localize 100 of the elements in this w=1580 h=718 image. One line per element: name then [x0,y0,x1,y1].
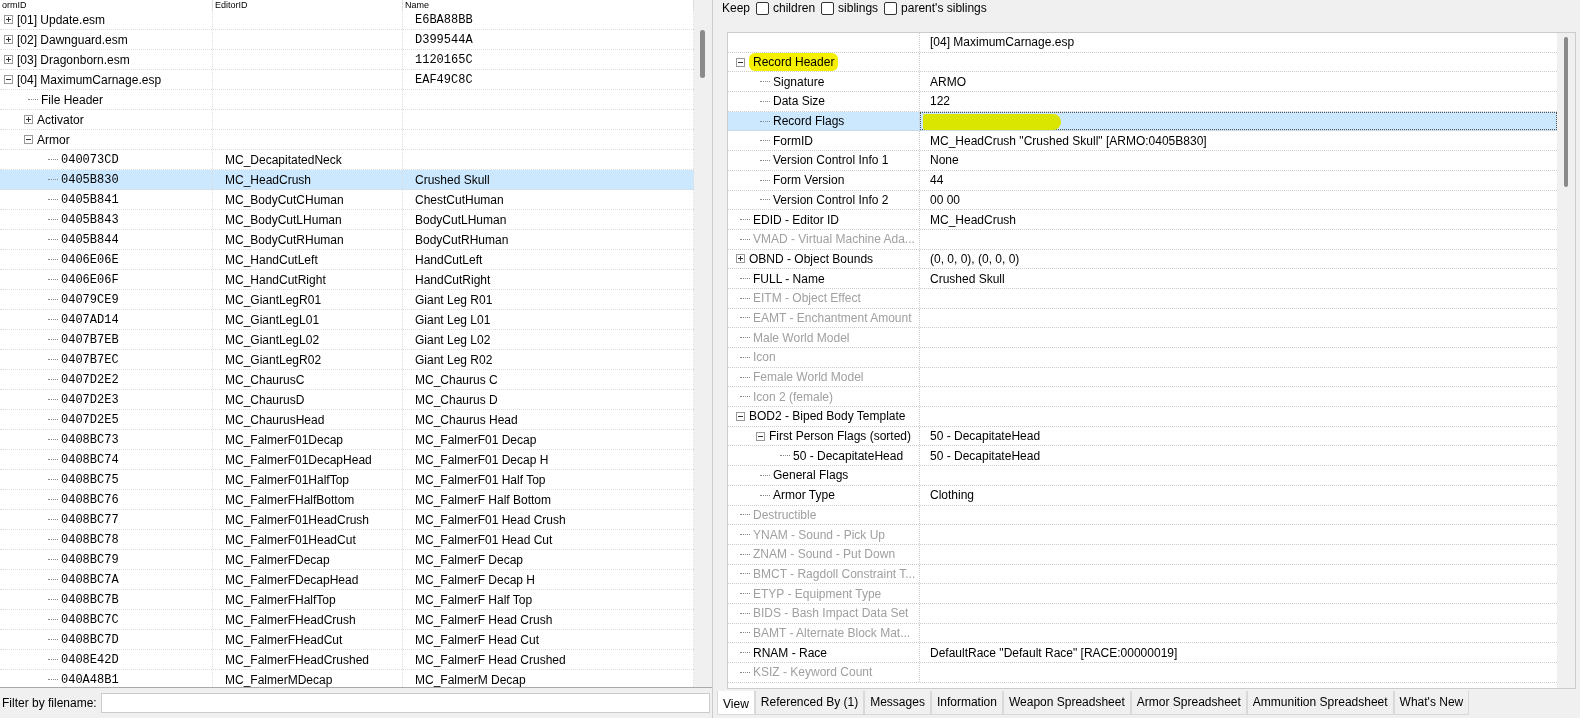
form-id[interactable]: 0408BC78 [61,532,119,547]
form-id[interactable]: 0408BC73 [61,432,119,447]
form-id[interactable]: 040073CD [61,152,119,167]
collapse-icon[interactable] [24,135,33,144]
record-name: MC_FalmerM Decap [415,672,526,687]
collapse-icon[interactable] [756,431,765,441]
form-id[interactable]: 040A48B1 [61,672,119,687]
tab[interactable]: Messages [864,691,931,715]
form-id[interactable]: 0408BC7B [61,592,119,607]
column-header[interactable]: EditorID [213,0,403,10]
tree-item[interactable]: [04] MaximumCarnage.esp [17,72,162,87]
editor-id: MC_BodyCutRHuman [225,232,344,247]
checkbox-label[interactable]: parent's siblings [901,1,987,15]
tree-item[interactable]: Activator [37,112,84,127]
file-hash: D399544A [415,32,473,47]
record-name: BodyCutLHuman [415,212,507,227]
filter-label: Filter by filename: [2,696,97,710]
tab[interactable]: View [717,691,755,715]
field-value: DefaultRace "Default Race" [RACE:00000019] [930,645,1178,660]
collapse-icon[interactable] [4,75,13,84]
form-id[interactable]: 0405B841 [61,192,119,207]
field-label[interactable]: Version Control Info 2 [773,192,889,207]
file-hash: EAF49C8C [415,72,473,87]
form-id[interactable]: 0408BC7C [61,612,119,627]
form-id[interactable]: 0408BC76 [61,492,119,507]
form-id[interactable]: 0407D2E5 [61,412,119,427]
column-header[interactable]: ormID [0,0,213,10]
expand-icon[interactable] [24,115,33,124]
form-id[interactable]: 0408BC75 [61,472,119,487]
collapse-icon[interactable] [736,57,745,67]
field-label[interactable]: Data Size [773,94,826,109]
form-id[interactable]: 0405B843 [61,212,119,227]
tab[interactable]: What's New [1393,691,1470,715]
expand-icon[interactable] [4,35,13,44]
record-name: MC_FalmerF Head Cut [415,632,540,647]
tree-item[interactable]: [03] Dragonborn.esm [17,52,130,67]
tree-item[interactable]: Armor [37,132,70,147]
checkbox-label[interactable]: siblings [838,1,879,15]
expand-icon[interactable] [4,55,13,64]
expand-icon[interactable] [4,15,13,24]
tab[interactable]: Ammunition Spreadsheet [1246,691,1394,715]
field-label[interactable]: Version Control Info 1 [773,153,889,168]
field-label[interactable]: Armor Type [773,488,835,503]
form-id[interactable]: 0405B844 [61,232,119,247]
form-id[interactable]: 0408BC7D [61,632,119,647]
collapse-icon[interactable] [736,411,745,421]
tree-item[interactable]: File Header [41,92,104,107]
field-label[interactable]: Form Version [773,173,845,188]
checkbox[interactable] [821,1,835,15]
form-id[interactable]: 0407D2E3 [61,392,119,407]
field-label[interactable]: General Flags [773,468,849,483]
record-name: MC_Chaurus C [415,372,498,387]
checkbox-label[interactable]: children [773,1,816,15]
editor-id: MC_ChaurusD [225,392,305,407]
form-id[interactable]: 0408E42D [61,652,119,667]
tab[interactable]: Armor Spreadsheet [1130,691,1247,715]
form-id[interactable]: 0408BC74 [61,452,119,467]
form-id[interactable]: 0407AD14 [61,312,119,327]
field-label[interactable]: RNAM - Race [753,645,827,660]
field-label[interactable]: Record Header [749,53,839,72]
field-label[interactable]: Record Flags [773,114,845,129]
tab[interactable]: Weapon Spreadsheet [1002,691,1131,715]
form-id[interactable]: 0408BC7A [61,572,119,587]
form-id[interactable]: 0408BC77 [61,512,119,527]
record-name: Crushed Skull [415,172,490,187]
field-label[interactable]: EDID - Editor ID [753,212,839,227]
field-value: Crushed Skull [930,271,1005,286]
field-label[interactable]: OBND - Object Bounds [749,251,874,266]
form-id[interactable]: 04079CE9 [61,292,119,307]
editor-id: MC_FalmerF01HeadCut [225,532,356,547]
form-id[interactable]: 0406E06F [61,272,119,287]
form-id[interactable]: 0407D2E2 [61,372,119,387]
field-label[interactable]: FULL - Name [753,271,825,286]
tree-item[interactable]: [02] Dawnguard.esm [17,32,128,47]
record-name: HandCutRight [415,272,491,287]
tab[interactable]: Referenced By (1) [754,691,865,715]
field-label[interactable]: BOD2 - Biped Body Template [749,409,906,424]
file-hash: 1120165C [415,52,473,67]
expand-icon[interactable] [736,254,745,264]
checkbox[interactable] [884,1,898,15]
tab[interactable]: Information [930,691,1003,715]
form-id[interactable]: 0405B830 [61,172,119,187]
filter-field[interactable] [100,693,710,713]
field-label[interactable]: Signature [773,74,825,89]
field-label[interactable]: 50 - DecapitateHead [793,448,904,463]
checkbox[interactable] [756,1,770,15]
tree-item[interactable]: [01] Update.esm [17,12,106,27]
field-label[interactable]: FormID [773,133,813,148]
record-name: HandCutLeft [415,252,483,267]
field-label[interactable]: First Person Flags (sorted) [769,429,912,444]
form-id[interactable]: 0407B7EC [61,352,119,367]
editor-id: MC_DecapitatedNeck [225,152,342,167]
form-id[interactable]: 0406E06E [61,252,119,267]
scrollbar[interactable] [1557,33,1575,688]
form-id[interactable]: 0408BC79 [61,552,119,567]
scrollbar[interactable] [694,0,712,687]
record-name: MC_FalmerF01 Decap [415,432,537,447]
record-name: MC_FalmerF01 Head Crush [415,512,566,527]
form-id[interactable]: 0407B7EB [61,332,119,347]
record-name: Giant Leg L01 [415,312,491,327]
